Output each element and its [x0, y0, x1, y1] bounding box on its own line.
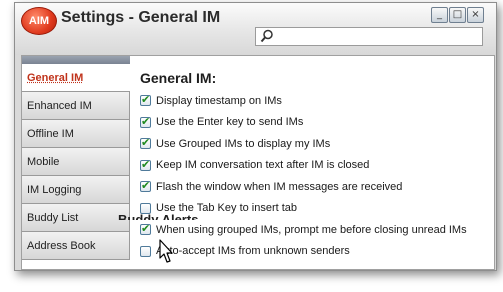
minimize-button[interactable]: _	[431, 7, 448, 23]
settings-panel: General IM Enhanced IM Offline IM Mobile…	[21, 55, 495, 270]
settings-window: AIM Settings - General IM _ □ × General …	[14, 2, 497, 271]
general-im-settings: General IM: Display timestamp on IMs Use…	[140, 70, 467, 262]
option-label: Display timestamp on IMs	[156, 94, 282, 107]
checkbox[interactable]	[140, 179, 151, 193]
sidebar-header	[22, 56, 130, 64]
sidebar-item-label: IM Logging	[27, 184, 82, 196]
option-enter-key-send[interactable]: Use the Enter key to send IMs	[140, 112, 467, 134]
checkbox[interactable]	[140, 93, 151, 107]
sidebar-item-address-book[interactable]: Address Book	[22, 232, 130, 260]
sidebar-item-enhanced-im[interactable]: Enhanced IM	[22, 92, 130, 120]
window-title: Settings - General IM	[61, 9, 221, 26]
settings-sidebar: General IM Enhanced IM Offline IM Mobile…	[22, 64, 130, 260]
sidebar-item-im-logging[interactable]: IM Logging	[22, 176, 130, 204]
close-button[interactable]: ×	[467, 7, 484, 23]
option-prompt-unread-ims[interactable]: When using grouped IMs, prompt me before…	[140, 219, 467, 241]
option-grouped-ims[interactable]: Use Grouped IMs to display my IMs	[140, 133, 467, 155]
checkbox[interactable]	[140, 158, 151, 171]
mouse-cursor-icon	[159, 239, 173, 263]
checkbox[interactable]	[140, 222, 151, 236]
search-input[interactable]	[276, 29, 476, 43]
checkbox[interactable]	[140, 136, 151, 150]
aim-logo: AIM	[21, 7, 57, 35]
buddy-alerts-heading: Buddy Alerts	[118, 212, 199, 220]
maximize-button[interactable]: □	[449, 7, 466, 23]
sidebar-item-buddy-list[interactable]: Buddy List	[22, 204, 130, 232]
option-keep-conversation-text[interactable]: Keep IM conversation text after IM is cl…	[140, 155, 467, 177]
option-auto-accept-unknown[interactable]: Auto-accept IMs from unknown senders	[140, 241, 467, 263]
sidebar-item-label: General IM	[27, 72, 84, 84]
checkbox[interactable]	[140, 115, 151, 128]
title-bar[interactable]: AIM Settings - General IM _ □ ×	[15, 3, 496, 55]
section-title: General IM:	[140, 70, 217, 86]
option-display-timestamp[interactable]: Display timestamp on IMs	[140, 90, 467, 112]
option-label: Auto-accept IMs from unknown senders	[156, 245, 350, 258]
sidebar-item-general-im[interactable]: General IM	[22, 64, 130, 92]
option-label: Use Grouped IMs to display my IMs	[156, 137, 331, 150]
option-label: Keep IM conversation text after IM is cl…	[156, 159, 370, 172]
sidebar-item-label: Mobile	[27, 156, 60, 168]
sidebar-item-label: Buddy List	[27, 212, 79, 224]
checkbox[interactable]	[140, 245, 151, 257]
sidebar-item-label: Enhanced IM	[27, 100, 92, 112]
sidebar-item-mobile[interactable]: Mobile	[22, 148, 130, 176]
window-controls: _ □ ×	[431, 7, 484, 23]
option-label: Use the Enter key to send IMs	[156, 116, 304, 129]
sidebar-item-label: Offline IM	[27, 128, 74, 140]
search-box[interactable]	[255, 27, 483, 46]
option-flash-window[interactable]: Flash the window when IM messages are re…	[140, 176, 467, 198]
sidebar-item-offline-im[interactable]: Offline IM	[22, 120, 130, 148]
sidebar-item-label: Address Book	[27, 240, 96, 252]
search-icon	[260, 29, 273, 43]
option-label: Flash the window when IM messages are re…	[156, 180, 403, 193]
option-label: When using grouped IMs, prompt me before…	[156, 223, 467, 236]
